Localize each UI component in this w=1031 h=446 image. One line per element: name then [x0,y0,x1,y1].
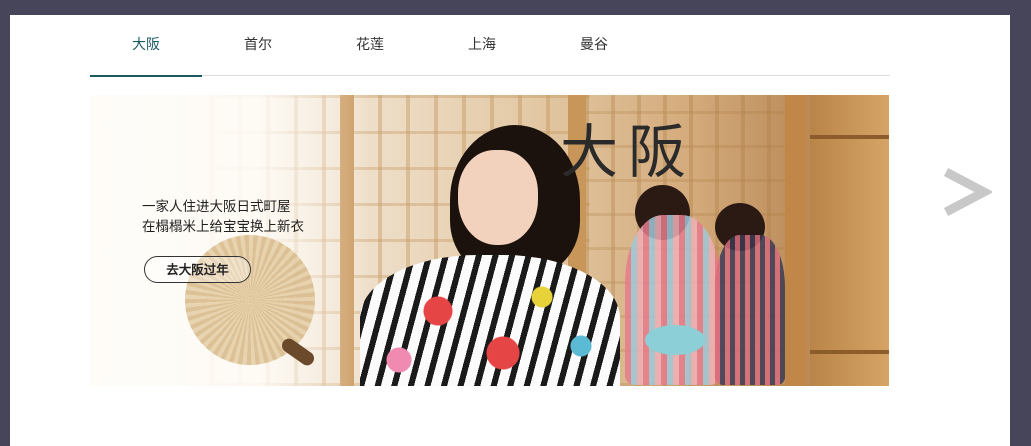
subtitle-line: 在榻榻米上给宝宝换上新衣 [142,219,304,235]
city-tabs: 大阪 首尔 花莲 上海 曼谷 [90,15,890,77]
cta-button[interactable]: 去大阪过年 [144,256,251,283]
obi-bow-image [645,325,705,355]
background-child-image [625,215,720,385]
hero-banner[interactable]: 大阪 一家人住进大阪日式町屋 在榻榻米上给宝宝换上新衣 去大阪过年 [90,95,889,386]
content-panel: 大阪 首尔 花莲 上海 曼谷 大阪 一家人住进大阪日式町屋 在榻榻米上给宝宝换上… [10,15,1010,446]
banner-subtitle: 一家人住进大阪日式町屋 在榻榻米上给宝宝换上新衣 [142,197,304,237]
tab-seoul[interactable]: 首尔 [202,15,314,76]
banner-title: 大阪 [560,118,697,186]
subtitle-line: 一家人住进大阪日式町屋 [142,199,291,215]
carousel-next-button[interactable] [935,164,995,219]
tab-shanghai[interactable]: 上海 [426,15,538,76]
wooden-shelf-image [810,95,889,386]
wood-post [785,95,807,386]
chevron-right-icon [943,167,992,216]
tab-hualien[interactable]: 花莲 [314,15,426,76]
child-kimono-image [360,255,620,386]
tab-osaka[interactable]: 大阪 [90,15,202,77]
child-face-image [458,150,538,245]
background-child-image [715,235,785,385]
tab-bangkok[interactable]: 曼谷 [538,15,650,76]
